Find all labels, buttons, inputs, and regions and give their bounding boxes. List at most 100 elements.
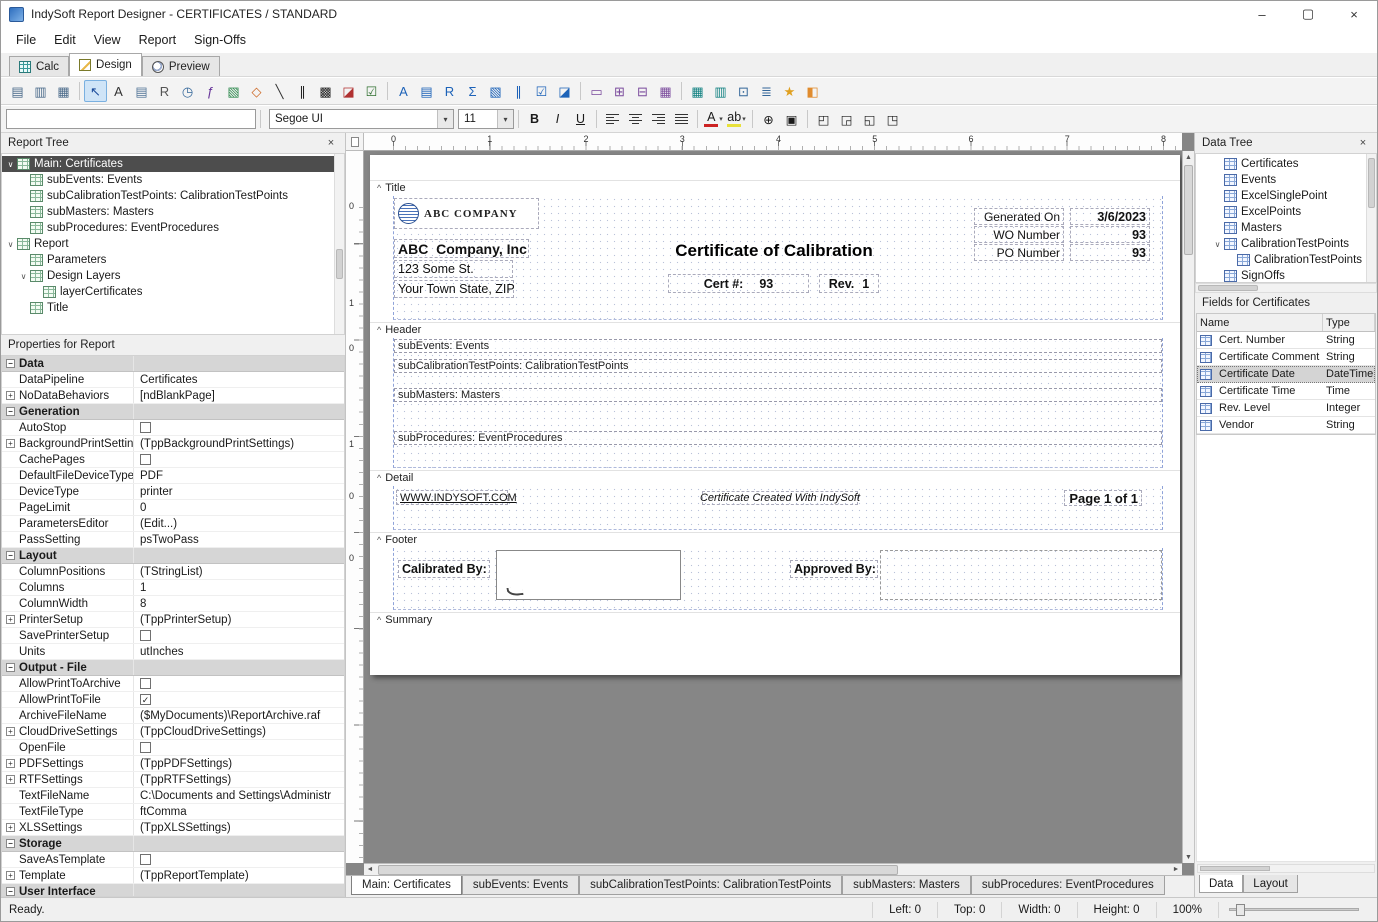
collapse-chevron-icon[interactable]: ∨ [1211, 240, 1224, 249]
dbmemo-tool-icon[interactable]: ▤ [415, 80, 438, 102]
bold-button[interactable]: B [523, 108, 546, 130]
band-tab-main-certificates[interactable]: Main: Certificates [351, 876, 462, 895]
dbchart-tool-icon[interactable]: ◪ [553, 80, 576, 102]
data-tree-scrollbar[interactable] [1366, 154, 1376, 282]
fields-column-name[interactable]: Name [1197, 314, 1323, 331]
band-collapse-icon[interactable] [377, 183, 381, 193]
toolbox-toggle-icon[interactable]: ▦ [52, 80, 75, 102]
report-tree-item-parameters[interactable]: Parameters [2, 252, 344, 268]
property-columns[interactable]: Columns1 [2, 580, 344, 596]
address-line1-label[interactable]: 123 Some St. [394, 260, 513, 278]
property-passsetting[interactable]: PassSettingpsTwoPass [2, 532, 344, 548]
property-textfiletype[interactable]: TextFileTypeftComma [2, 804, 344, 820]
property-backgroundprintsetting[interactable]: +BackgroundPrintSetting(TppBackgroundPri… [2, 436, 344, 452]
richtext-tool-icon[interactable]: R [153, 80, 176, 102]
workspace-tab-design[interactable]: Design [69, 53, 142, 76]
report-tree-scrollbar[interactable] [334, 154, 344, 334]
title-band[interactable]: ABC COMPANY ABC Company, Inc 123 Some St… [393, 196, 1163, 320]
underline-button[interactable]: U [569, 108, 592, 130]
property-section-data[interactable]: −Data [2, 356, 344, 372]
approved-signature-box[interactable] [880, 550, 1162, 600]
property-devicetype[interactable]: DeviceTypeprinter [2, 484, 344, 500]
theme-gradient-icon[interactable]: ◧ [801, 80, 824, 102]
barcode2d-tool-icon[interactable]: ▩ [314, 80, 337, 102]
expand-box-icon[interactable]: + [6, 727, 15, 736]
report-tree-toggle-icon[interactable]: ▤ [6, 80, 29, 102]
dbtext-tool-icon[interactable]: A [392, 80, 415, 102]
property-clouddrivesettings[interactable]: +CloudDriveSettings(TppCloudDriveSetting… [2, 724, 344, 740]
data-tree-toggle-icon[interactable]: ▥ [29, 80, 52, 102]
data-tree-item-certificates[interactable]: Certificates [1196, 156, 1376, 172]
menu-file[interactable]: File [7, 30, 45, 50]
font-size-select[interactable]: 11 ▾ [458, 109, 514, 129]
data-tree-horizontal-scrollbar[interactable] [1195, 283, 1377, 293]
property-template[interactable]: +Template(TppReportTemplate) [2, 868, 344, 884]
highlight-color-button[interactable]: ab▾ [725, 108, 748, 130]
collapse-box-icon[interactable]: − [6, 407, 15, 416]
close-icon[interactable]: × [1356, 137, 1370, 149]
band-header-footer[interactable]: Footer [370, 532, 1180, 547]
scrollbar-thumb[interactable] [1368, 158, 1375, 208]
property-printersetup[interactable]: +PrinterSetup(TppPrinterSetup) [2, 612, 344, 628]
fields-horizontal-scrollbar[interactable] [1197, 864, 1375, 873]
checkbox-unchecked-icon[interactable] [140, 454, 151, 465]
report-tree-item-subevents-events[interactable]: subEvents: Events [2, 172, 344, 188]
data-tree-item-calibrationtestpoints[interactable]: CalibrationTestPoints [1196, 252, 1376, 268]
data-tree-item-signoffs[interactable]: SignOffs [1196, 268, 1376, 283]
field-certificate-time[interactable]: Certificate TimeTime [1197, 383, 1375, 400]
send-to-back-button[interactable]: ◲ [835, 108, 858, 130]
property-section-user-interface[interactable]: −User Interface [2, 884, 344, 897]
align-center-button[interactable] [624, 108, 647, 130]
subreport-submasters-masters[interactable]: subMasters: Masters [394, 388, 1162, 402]
data-grid-icon[interactable]: ▥ [709, 80, 732, 102]
report-tree-item-subprocedures-eventprocedures[interactable]: subProcedures: EventProcedures [2, 220, 344, 236]
scroll-right-icon[interactable]: ► [1170, 864, 1182, 876]
property-columnpositions[interactable]: ColumnPositions(TStringList) [2, 564, 344, 580]
dbcheckbox-tool-icon[interactable]: ☑ [530, 80, 553, 102]
dropdown-arrow-icon[interactable]: ▾ [497, 110, 513, 128]
shape-tool-icon[interactable]: ◇ [245, 80, 268, 102]
collapse-chevron-icon[interactable]: ∨ [4, 160, 17, 169]
calendar-icon[interactable]: ⊡ [732, 80, 755, 102]
font-name-select[interactable]: Segoe UI ▾ [269, 109, 454, 129]
scrollbar-thumb[interactable] [1184, 165, 1193, 255]
line-tool-icon[interactable]: ╲ [268, 80, 291, 102]
company-logo[interactable]: ABC COMPANY [394, 198, 539, 229]
property-columnwidth[interactable]: ColumnWidth8 [2, 596, 344, 612]
property-section-generation[interactable]: −Generation [2, 404, 344, 420]
dbimage-tool-icon[interactable]: ▧ [484, 80, 507, 102]
generated-on-label[interactable]: Generated On [974, 208, 1064, 225]
band-header-title[interactable]: Title [370, 180, 1180, 195]
scrollbar-thumb[interactable] [1198, 285, 1258, 291]
bring-forward-button[interactable]: ◱ [858, 108, 881, 130]
subreport-subevents-events[interactable]: subEvents: Events [394, 339, 1162, 353]
property-allowprinttoarchive[interactable]: AllowPrintToArchive [2, 676, 344, 692]
collapse-box-icon[interactable]: − [6, 359, 15, 368]
property-section-output-file[interactable]: −Output - File [2, 660, 344, 676]
scrollbar-thumb[interactable] [378, 865, 898, 875]
data-tree-item-masters[interactable]: Masters [1196, 220, 1376, 236]
property-nodatabehaviors[interactable]: +NoDataBehaviors[ndBlankPage] [2, 388, 344, 404]
band-collapse-icon[interactable] [377, 473, 381, 483]
property-units[interactable]: UnitsutInches [2, 644, 344, 660]
band-tab-subprocedures-eventprocedures[interactable]: subProcedures: EventProcedures [971, 876, 1165, 895]
italic-button[interactable]: I [546, 108, 569, 130]
property-section-layout[interactable]: −Layout [2, 548, 344, 564]
data-tree-item-excelpoints[interactable]: ExcelPoints [1196, 204, 1376, 220]
address-line2-label[interactable]: Your Town State, ZIP [394, 280, 514, 298]
subreport-subcalibrationtestpoints-calibrationtestpoints[interactable]: subCalibrationTestPoints: CalibrationTes… [394, 359, 1162, 373]
expand-box-icon[interactable]: + [6, 615, 15, 624]
footer-band[interactable]: Calibrated By: Approved By: [393, 548, 1163, 610]
collapse-box-icon[interactable]: − [6, 551, 15, 560]
datatree-tab-data[interactable]: Data [1199, 875, 1243, 893]
dbrichtext-tool-icon[interactable]: R [438, 80, 461, 102]
crosstab-tool-icon[interactable]: ▦ [654, 80, 677, 102]
report-page[interactable]: Title ABC COMPANY ABC Company, Inc 123 S… [370, 155, 1180, 675]
canvas-horizontal-scrollbar[interactable]: ◄ ► [364, 863, 1182, 875]
field-certificate-comment[interactable]: Certificate CommentString [1197, 349, 1375, 366]
minimize-icon[interactable]: – [1239, 1, 1285, 27]
dbbarcode-tool-icon[interactable]: ∥ [507, 80, 530, 102]
calibrated-signature-box[interactable] [496, 550, 681, 600]
field-certificate-date[interactable]: Certificate DateDateTime [1197, 366, 1375, 383]
band-tab-subevents-events[interactable]: subEvents: Events [462, 876, 579, 895]
